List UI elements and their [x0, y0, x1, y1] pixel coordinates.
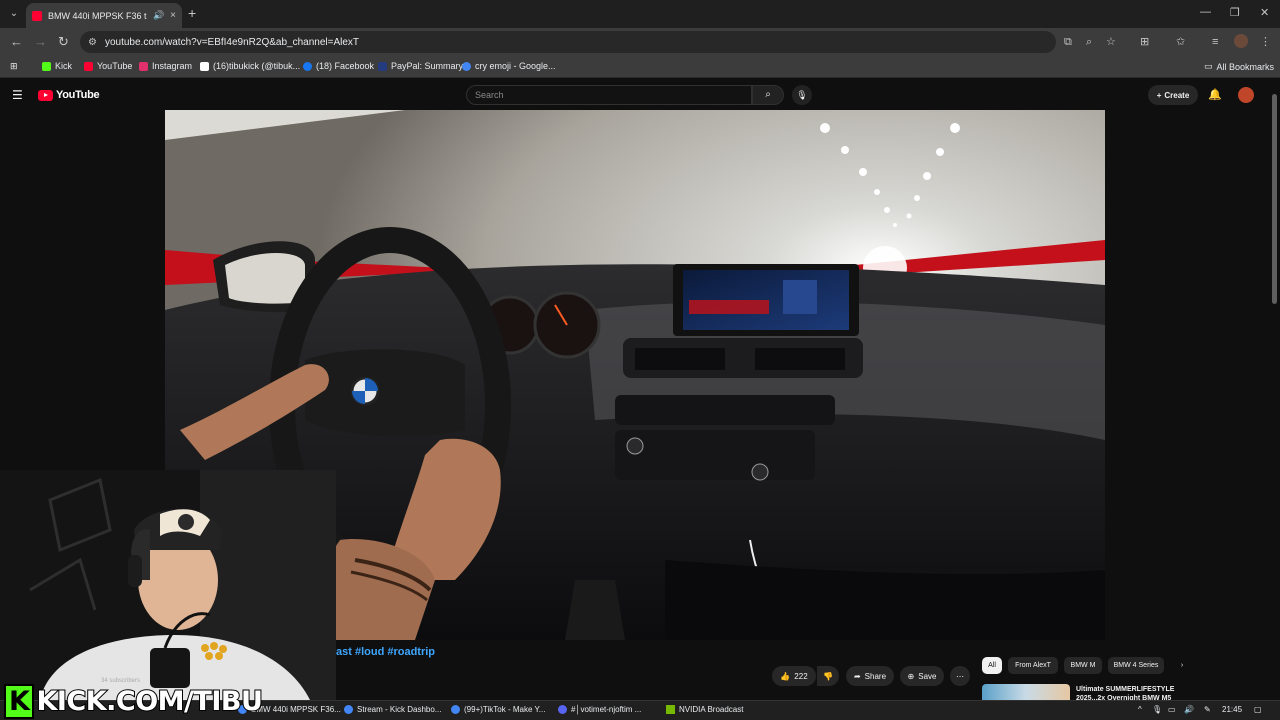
address-url: youtube.com/watch?v=EBfI4e9nR2Q&ab_chann…: [104, 36, 360, 48]
bookmark-instagram[interactable]: Instagram: [139, 61, 192, 71]
media-control-icon[interactable]: ≡: [1212, 35, 1218, 49]
video-title[interactable]: ast #loud #roadtrip: [336, 646, 435, 658]
youtube-favicon-icon: [32, 10, 42, 21]
browser-tabstrip: ⌄ BMW 440i MPPSK F36 tuned 🔊 × + — ❐ ✕: [0, 0, 1280, 28]
chrome-icon: [451, 705, 460, 714]
audio-playing-icon[interactable]: 🔊: [153, 10, 164, 21]
plus-icon: +: [1156, 90, 1162, 100]
more-menu-icon[interactable]: ⋮: [1260, 35, 1271, 49]
tab-title: BMW 440i MPPSK F36 tuned: [48, 10, 147, 21]
browser-tab-active[interactable]: BMW 440i MPPSK F36 tuned 🔊 ×: [26, 3, 182, 28]
instagram-icon: [139, 61, 148, 71]
back-button[interactable]: ←: [10, 34, 23, 50]
profile-avatar[interactable]: [1234, 34, 1248, 48]
menu-icon[interactable]: ☰: [12, 88, 23, 102]
browser-toolbar: ← → ↻ ⚙ youtube.com/watch?v=EBfI4e9nR2Q&…: [0, 28, 1280, 56]
bookmark-star-icon[interactable]: ☆: [1106, 35, 1116, 49]
chrome-icon: [344, 705, 353, 714]
more-icon: ⋯: [956, 671, 964, 681]
zoom-icon[interactable]: ⌕: [1086, 35, 1092, 49]
tray-chevron-icon[interactable]: ^: [1138, 705, 1142, 714]
bookmark-kick[interactable]: Kick: [42, 61, 72, 71]
bookmark-tiktok[interactable]: (16)tibukick (@tibuk...: [200, 61, 300, 71]
address-bar[interactable]: ⚙ youtube.com/watch?v=EBfI4e9nR2Q&ab_cha…: [80, 31, 1056, 53]
all-bookmarks[interactable]: ▭ All Bookmarks: [1204, 61, 1274, 72]
thumbs-up-icon: 👍: [780, 671, 791, 681]
chip-bmw-m[interactable]: BMW M: [1064, 657, 1102, 674]
tray-pen-icon[interactable]: ✎: [1204, 705, 1211, 714]
apps-grid-icon[interactable]: ⊞: [10, 61, 18, 72]
site-info-icon[interactable]: ⚙: [88, 37, 97, 48]
minimize-button[interactable]: —: [1200, 6, 1211, 18]
folder-icon: ▭: [1204, 61, 1213, 71]
kick-brand-overlay: K KICK.COM/TIBU: [4, 683, 264, 719]
save-button[interactable]: ⊕ Save: [900, 666, 944, 686]
thumbs-down-icon: 👎: [823, 671, 833, 681]
search-icon: ⌕: [765, 89, 771, 100]
youtube-header: ☰ YouTube Search ⌕ 🎙 + Create 🔔: [0, 80, 1280, 110]
youtube-play-icon: [38, 89, 53, 101]
streamer-webcam: [0, 470, 336, 700]
tray-mic-icon[interactable]: 🎙: [1152, 705, 1162, 714]
forward-button[interactable]: →: [34, 34, 47, 50]
search-input[interactable]: Search: [466, 85, 752, 105]
reload-button[interactable]: ↻: [58, 34, 69, 50]
nvidia-icon: [666, 705, 675, 714]
like-button[interactable]: 👍 222: [772, 666, 816, 686]
tab-close-icon[interactable]: ×: [170, 10, 176, 21]
bookmarks-bar: ⊞ Kick YouTube Instagram (16)tibukick (@…: [0, 56, 1280, 78]
facebook-icon: [303, 61, 312, 71]
voice-search-button[interactable]: 🎙: [792, 85, 812, 105]
page-scrollbar[interactable]: [1272, 94, 1277, 304]
share-icon: ➦: [853, 671, 861, 681]
more-actions-button[interactable]: ⋯: [950, 666, 970, 686]
new-tab-button[interactable]: +: [188, 6, 196, 20]
bookmark-youtube[interactable]: YouTube: [84, 61, 132, 71]
notification-center-icon[interactable]: ▢: [1254, 705, 1262, 714]
chip-bmw-4-series[interactable]: BMW 4 Series: [1108, 657, 1164, 674]
create-button[interactable]: + Create: [1148, 85, 1198, 105]
search-button[interactable]: ⌕: [752, 85, 784, 105]
dislike-button[interactable]: 👎: [817, 666, 839, 686]
share-button[interactable]: ➦ Share: [846, 666, 894, 686]
taskbar-item-discord[interactable]: #│votimet-njoftim ...: [558, 705, 641, 714]
bookmark-google[interactable]: cry emoji - Google...: [462, 61, 556, 71]
taskbar-clock[interactable]: 21:45: [1222, 705, 1242, 714]
microphone-icon: 🎙: [796, 90, 808, 100]
kick-icon: [42, 61, 51, 71]
paypal-icon: [378, 61, 387, 71]
notifications-icon[interactable]: 🔔: [1208, 88, 1222, 101]
save-icon: ⊕: [907, 671, 915, 681]
tiktok-icon: [200, 61, 209, 71]
taskbar-item-tiktok[interactable]: (99+)TikTok - Make Y...: [451, 705, 545, 714]
chip-all[interactable]: All: [982, 657, 1002, 674]
close-window-button[interactable]: ✕: [1260, 6, 1269, 19]
taskbar-item-kick-dashboard[interactable]: Stream - Kick Dashbo...: [344, 705, 441, 714]
install-app-icon[interactable]: ⧉: [1064, 35, 1072, 49]
tab-search-icon[interactable]: ⌄: [6, 6, 22, 22]
google-icon: [462, 61, 471, 71]
favorites-icon[interactable]: ✩: [1176, 35, 1185, 49]
chip-from-alext[interactable]: From AlexT: [1008, 657, 1058, 674]
tray-network-icon[interactable]: ▭: [1168, 705, 1176, 714]
restore-button[interactable]: ❐: [1230, 6, 1240, 19]
discord-icon: [558, 705, 567, 714]
tray-volume-icon[interactable]: 🔊: [1184, 705, 1194, 714]
webcam-frame: [0, 470, 336, 700]
extensions-icon[interactable]: ⊞: [1140, 35, 1149, 49]
youtube-icon: [84, 61, 93, 71]
chips-next-icon[interactable]: ›: [1174, 657, 1190, 674]
taskbar-item-nvidia-broadcast[interactable]: NVIDIA Broadcast: [666, 705, 743, 714]
bookmark-facebook[interactable]: (18) Facebook: [303, 61, 374, 71]
kick-logo-letter: K: [4, 683, 35, 719]
account-avatar[interactable]: [1238, 87, 1254, 103]
kick-channel-url: KICK.COM/TIBU: [35, 685, 263, 718]
bookmark-paypal[interactable]: PayPal: Summary: [378, 61, 463, 71]
youtube-logo[interactable]: YouTube: [38, 89, 100, 101]
